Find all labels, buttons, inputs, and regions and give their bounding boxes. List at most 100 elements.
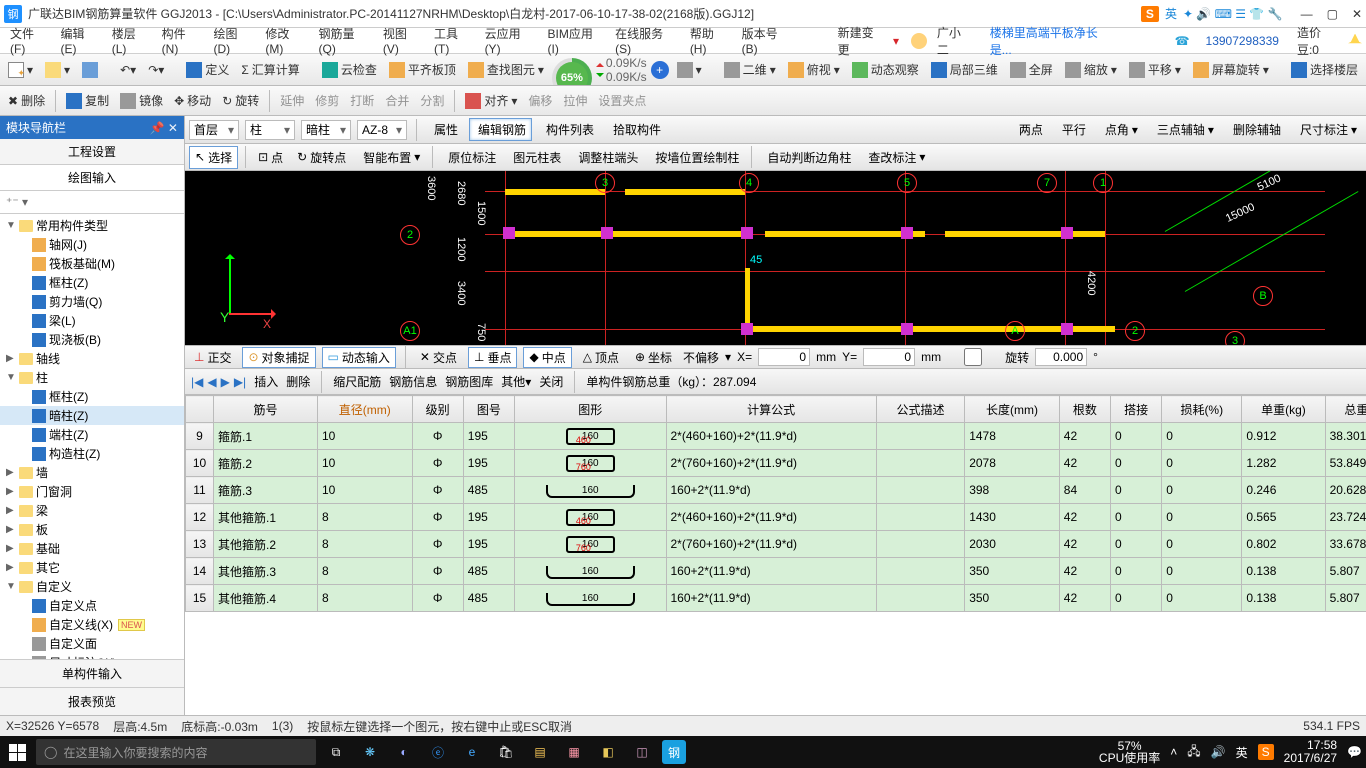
point-angle-button[interactable]: 点角▾ — [1097, 119, 1143, 140]
tray-notif-icon[interactable]: 💬 — [1347, 745, 1362, 759]
menu-component[interactable]: 构件(N) — [156, 25, 208, 56]
category-select[interactable]: 柱 — [245, 120, 295, 140]
pick-comp-button[interactable]: 拾取构件 — [605, 119, 666, 140]
node-shear-wall[interactable]: 剪力墙(Q) — [0, 292, 184, 311]
zoom-button[interactable]: 缩放▾ — [1061, 59, 1121, 80]
minimize-button[interactable]: — — [1301, 7, 1313, 21]
pin-icon[interactable]: 📌 ✕ — [150, 121, 178, 135]
nav-first[interactable]: |◀ — [191, 375, 203, 389]
start-button[interactable] — [4, 739, 30, 765]
y-input[interactable] — [863, 348, 915, 366]
delete-button[interactable]: ✖ 删除 — [4, 90, 49, 111]
nav-prev[interactable]: ◀ — [207, 375, 216, 389]
floor-select[interactable]: 首层 — [189, 120, 239, 140]
menu-cloud[interactable]: 云应用(Y) — [479, 25, 542, 56]
node-slab[interactable]: 现浇板(B) — [0, 330, 184, 349]
ime-s-icon[interactable]: S — [1141, 6, 1159, 22]
menu-rebar[interactable]: 钢筋量(Q) — [313, 25, 377, 56]
progress-add-icon[interactable]: + — [651, 61, 669, 79]
node-frame-col2[interactable]: 框柱(Z) — [0, 387, 184, 406]
node-custom-face[interactable]: 自定义面 — [0, 634, 184, 653]
node-wall[interactable]: ▶墙 — [0, 463, 184, 482]
origin-annot[interactable]: 原位标注 — [440, 147, 501, 168]
undo-button[interactable]: ↶▾ — [116, 61, 140, 79]
fullscreen-button[interactable]: 全屏 — [1006, 59, 1057, 80]
tray-net-icon[interactable]: 🖧 — [1187, 742, 1200, 763]
table-row[interactable]: 10箍筋.210Φ 1951607602*(760+160)+2*(11.9*d… — [186, 450, 1366, 477]
app2-icon[interactable]: ◐ — [390, 738, 418, 766]
adjust-col-head[interactable]: 调整柱端头 — [570, 147, 643, 168]
smart-layout[interactable]: 智能布置▾ — [355, 147, 425, 168]
ime-lang[interactable]: 英 — [1165, 5, 1177, 22]
app3-icon[interactable]: ▦ — [560, 738, 588, 766]
snap-mid[interactable]: ◆中点 — [523, 347, 571, 368]
node-axis-grid[interactable]: 轴网(J) — [0, 235, 184, 254]
model-viewport[interactable]: Y X — [185, 171, 1366, 345]
mirror-button[interactable]: 镜像 — [116, 90, 167, 111]
cloud-check-button[interactable]: 云检查 — [318, 59, 381, 80]
explorer-icon[interactable]: ▤ — [526, 738, 554, 766]
node-opening[interactable]: ▶门窗洞 — [0, 482, 184, 501]
app1-icon[interactable]: ❋ — [356, 738, 384, 766]
menu-tools[interactable]: 工具(T) — [428, 25, 479, 56]
snap-coord[interactable]: ⊕坐标 — [630, 348, 677, 367]
move-button[interactable]: ✥ 移动 — [170, 90, 215, 111]
ime-bar[interactable]: S 英 ✦ 🔊 ⌨ ☰ 👕 🔧 — [1141, 5, 1283, 22]
menu-file[interactable]: 文件(F) — [4, 25, 55, 56]
rebar-grid[interactable]: 筋号直径(mm)级别图号图形计算公式公式描述长度(mm)根数搭接损耗(%)单重(… — [185, 395, 1366, 715]
node-common[interactable]: ▼常用构件类型 — [0, 216, 184, 235]
subcat-select[interactable]: 暗柱 — [301, 120, 351, 140]
two-point-button[interactable]: 两点 — [1011, 119, 1048, 140]
sidebar-draw-input[interactable]: 绘图输入 — [0, 165, 184, 191]
table-row[interactable]: 11箍筋.310Φ 485160160+2*(11.9*d) 39884000.… — [186, 477, 1366, 504]
sidebar-single-input[interactable]: 单构件输入 — [0, 659, 184, 687]
node-custom-line[interactable]: 自定义线(X)NEW — [0, 615, 184, 634]
app4-icon[interactable]: ◧ — [594, 738, 622, 766]
node-axis-root[interactable]: ▶轴线 — [0, 349, 184, 368]
node-constr-col[interactable]: 构造柱(Z) — [0, 444, 184, 463]
attr-button[interactable]: 属性 — [426, 119, 463, 140]
tray-vol-icon[interactable]: 🔊 — [1211, 745, 1226, 759]
view-change-annot[interactable]: 查改标注▾ — [860, 147, 930, 168]
point-tool[interactable]: ⊡ 点 — [253, 147, 288, 168]
node-hidden-col[interactable]: 暗柱(Z) — [0, 406, 184, 425]
rot-input[interactable] — [1035, 348, 1087, 366]
user-button[interactable]: 广小二 — [905, 24, 984, 58]
dim-button[interactable]: 尺寸标注▾ — [1292, 119, 1362, 140]
node-custom-point[interactable]: 自定义点 — [0, 596, 184, 615]
node-end-col[interactable]: 端柱(Z) — [0, 425, 184, 444]
copy-button[interactable]: 复制 — [62, 90, 113, 111]
display-options[interactable]: ▾ — [673, 60, 706, 80]
sidebar-report[interactable]: 报表预览 — [0, 687, 184, 715]
auto-edge-col[interactable]: 自动判断边角柱 — [759, 147, 856, 168]
tray-lang[interactable]: 英 — [1236, 744, 1248, 761]
local-3d-button[interactable]: 局部三维 — [927, 59, 1002, 80]
draw-by-wall[interactable]: 按墙位置绘制柱 — [647, 147, 744, 168]
screen-rotate-button[interactable]: 屏幕旋转▾ — [1189, 59, 1273, 80]
menu-view[interactable]: 视图(V) — [377, 25, 428, 56]
menu-draw[interactable]: 绘图(D) — [208, 25, 260, 56]
new-button[interactable]: ▾ — [4, 60, 37, 80]
node-beam[interactable]: 梁(L) — [0, 311, 184, 330]
taskbar-search[interactable]: ◯ 在这里输入你要搜索的内容 — [36, 739, 316, 765]
select-tool[interactable]: ↖ 选择 — [189, 146, 238, 169]
node-col-root[interactable]: ▼柱 — [0, 368, 184, 387]
insert-row[interactable]: 插入 — [254, 373, 278, 390]
close-button[interactable]: 关闭 — [539, 373, 563, 390]
rebar-info[interactable]: 钢筋信息 — [389, 373, 437, 390]
ortho-toggle[interactable]: ⊥正交 — [189, 348, 236, 367]
x-input[interactable] — [758, 348, 810, 366]
nav-next[interactable]: ▶ — [221, 375, 230, 389]
app6-icon[interactable]: 钢 — [662, 740, 686, 764]
menu-online[interactable]: 在线服务(S) — [609, 25, 684, 56]
offset-mode[interactable]: 不偏移 — [683, 349, 719, 366]
parallel-button[interactable]: 平行 — [1054, 119, 1091, 140]
3pt-aux-button[interactable]: 三点辅轴▾ — [1149, 119, 1219, 140]
node-raft[interactable]: 筏板基础(M) — [0, 254, 184, 273]
task-view-icon[interactable]: ⧉ — [322, 738, 350, 766]
table-row[interactable]: 15其他箍筋.48Φ 485160160+2*(11.9*d) 35042000… — [186, 585, 1366, 612]
edge-icon[interactable]: ⓔ — [424, 738, 452, 766]
menu-edit[interactable]: 编辑(E) — [55, 25, 106, 56]
bell-icon[interactable] — [1348, 34, 1362, 48]
tray-up-icon[interactable]: ˄ — [1170, 745, 1177, 759]
